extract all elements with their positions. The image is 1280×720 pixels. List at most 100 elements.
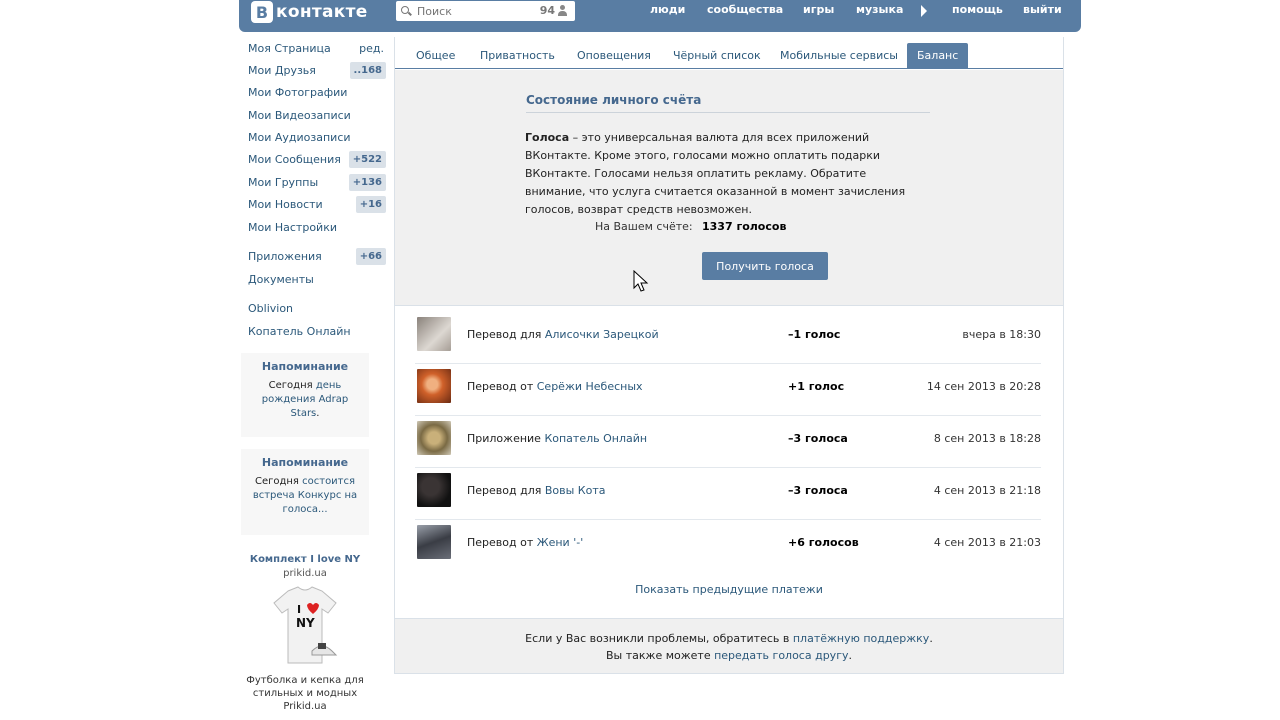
count-badge: ..168: [349, 62, 386, 79]
tshirt-image[interactable]: I NY: [270, 585, 340, 667]
count-badge: +136: [348, 174, 386, 191]
top-header: B контакте 94 люди сообщества игры музык…: [239, 0, 1081, 32]
svg-text:NY: NY: [296, 616, 315, 630]
reminder-text: Сегодня день рождения Adrap Stars.: [261, 380, 349, 419]
play-arrow-icon[interactable]: [921, 5, 927, 17]
balance-title: Состояние личного счёта: [526, 93, 930, 113]
show-previous-payments-link[interactable]: Показать предыдущие платежи: [395, 583, 1063, 596]
sidebar-item-label: Приложения: [248, 250, 322, 263]
sidebar-item-apps[interactable]: Приложения +66: [240, 247, 388, 267]
transaction-user-link[interactable]: Вовы Кота: [545, 484, 606, 497]
sidebar-item-audio[interactable]: Мои Аудиозаписи: [240, 128, 388, 148]
avatar[interactable]: [417, 473, 451, 507]
vk-logo-text: контакте: [276, 2, 368, 22]
transaction-row: Приложение Копатель Онлайн –3 голоса 8 с…: [415, 416, 1041, 468]
count-badge: +16: [355, 196, 386, 213]
transaction-description: Перевод от Жени '-': [467, 536, 584, 549]
sidebar-item-photos[interactable]: Мои Фотографии: [240, 83, 388, 103]
sidebar-item-videos[interactable]: Мои Видеозаписи: [240, 106, 388, 126]
transaction-description: Перевод для Алисочки Зарецкой: [467, 328, 659, 341]
balance-info: Состояние личного счёта Голоса – это уни…: [395, 70, 1063, 306]
tab-general[interactable]: Общее: [416, 49, 455, 62]
ad-site: prikid.ua: [283, 568, 327, 579]
sidebar-item-documents[interactable]: Документы: [240, 270, 388, 290]
transaction-user-link[interactable]: Жени '-': [537, 536, 583, 549]
user-icon: [558, 5, 567, 16]
transaction-row: Перевод для Вовы Кота –3 голоса 4 сен 20…: [415, 468, 1041, 520]
transaction-user-link[interactable]: Серёжи Небесных: [537, 380, 643, 393]
avatar[interactable]: [417, 525, 451, 559]
reminder-meeting: Напоминание Сегодня состоится встреча Ко…: [241, 449, 369, 535]
edit-link[interactable]: ред.: [359, 42, 384, 55]
nav-music[interactable]: музыка: [856, 3, 903, 16]
reminder-birthday: Напоминание Сегодня день рождения Adrap …: [241, 353, 369, 437]
tab-blacklist[interactable]: Чёрный список: [673, 49, 761, 62]
online-count: 94: [539, 4, 555, 17]
reminder-title: Напоминание: [261, 360, 349, 373]
avatar[interactable]: [417, 369, 451, 403]
nav-people[interactable]: люди: [650, 3, 685, 16]
payment-support-link[interactable]: платёжную поддержку: [793, 632, 929, 645]
ad-text: Футболка и кепка для стильных и модных P…: [246, 675, 364, 712]
transaction-app-link[interactable]: Копатель Онлайн: [544, 432, 647, 445]
transaction-row: Перевод от Жени '-' +6 голосов 4 сен 201…: [415, 520, 1041, 572]
nav-communities[interactable]: сообщества: [707, 3, 783, 16]
vk-logo-icon: B: [251, 1, 273, 23]
avatar[interactable]: [417, 421, 451, 455]
tab-privacy[interactable]: Приватность: [480, 49, 555, 62]
sidebar-item-news[interactable]: Мои Новости +16: [240, 195, 388, 215]
reminder-text: Сегодня состоится встреча Конкурс на гол…: [252, 476, 358, 515]
transaction-user-link[interactable]: Алисочки Зарецкой: [545, 328, 659, 341]
sidebar-item-label: Мои Настройки: [248, 221, 337, 234]
settings-tabs: Общее Приватность Оповещения Чёрный спис…: [395, 43, 1063, 69]
support-footer: Если у Вас возникли проблемы, обратитесь…: [395, 618, 1063, 673]
transaction-date: вчера в 18:30: [962, 328, 1041, 341]
sidebar-item-my-page[interactable]: Моя Страница ред.: [240, 39, 388, 59]
sidebar-item-label: Моя Страница: [248, 42, 331, 55]
transaction-description: Приложение Копатель Онлайн: [467, 432, 648, 445]
transaction-row: Перевод от Серёжи Небесных +1 голос 14 с…: [415, 364, 1041, 416]
sidebar-item-label: Мои Видеозаписи: [248, 109, 351, 122]
sidebar-item-settings[interactable]: Мои Настройки: [240, 218, 388, 238]
sidebar-item-friends[interactable]: Мои Друзья ..168: [240, 61, 388, 81]
vk-logo[interactable]: B контакте: [251, 0, 368, 24]
sidebar-item-label: Мои Фотографии: [248, 86, 348, 99]
transaction-date: 4 сен 2013 в 21:18: [933, 484, 1041, 497]
search-input[interactable]: [417, 4, 527, 18]
nav-games[interactable]: игры: [803, 3, 834, 16]
ad-block[interactable]: Комплект I love NY prikid.ua I NY Футбол…: [241, 554, 369, 713]
sidebar-item-label: Мои Сообщения: [248, 153, 341, 166]
sidebar-item-groups[interactable]: Мои Группы +136: [240, 173, 388, 193]
tab-balance[interactable]: Баланс: [907, 43, 969, 68]
nav-logout[interactable]: выйти: [1023, 3, 1062, 16]
transfer-votes-link[interactable]: передать голоса другу: [714, 649, 848, 662]
balance-label: На Вашем счёте:: [595, 220, 693, 233]
sidebar-item-label: Oblivion: [248, 302, 294, 315]
avatar[interactable]: [417, 317, 451, 351]
count-badge: +522: [348, 151, 386, 168]
get-votes-button[interactable]: Получить голоса: [702, 252, 828, 280]
tab-notifications[interactable]: Оповещения: [577, 49, 651, 62]
transaction-row: Перевод для Алисочки Зарецкой –1 голос в…: [415, 312, 1041, 364]
footer-line-transfer: Вы также можете передать голоса другу.: [606, 649, 852, 662]
search-icon: [401, 6, 411, 16]
balance-description: Голоса – это универсальная валюта для вс…: [525, 131, 906, 216]
balance-value: 1337 голосов: [702, 220, 787, 233]
transaction-date: 4 сен 2013 в 21:03: [933, 536, 1041, 549]
transaction-date: 14 сен 2013 в 20:28: [926, 380, 1041, 393]
search-box[interactable]: 94: [396, 1, 575, 21]
svg-text:I: I: [297, 603, 301, 616]
ad-title[interactable]: Комплект I love NY: [241, 554, 369, 565]
sidebar-item-messages[interactable]: Мои Сообщения +522: [240, 150, 388, 170]
sidebar-item-kopatel[interactable]: Копатель Онлайн: [240, 322, 388, 342]
transaction-amount: –3 голоса: [788, 484, 848, 497]
transaction-amount: +6 голосов: [788, 536, 859, 549]
transaction-amount: –1 голос: [788, 328, 841, 341]
sidebar-item-label: Мои Аудиозаписи: [248, 131, 351, 144]
transaction-description: Перевод от Серёжи Небесных: [467, 380, 643, 393]
transaction-amount: –3 голоса: [788, 432, 848, 445]
tab-mobile[interactable]: Мобильные сервисы: [780, 49, 898, 62]
footer-line-support: Если у Вас возникли проблемы, обратитесь…: [525, 632, 933, 645]
sidebar-item-oblivion[interactable]: Oblivion: [240, 299, 388, 319]
nav-help[interactable]: помощь: [952, 3, 1003, 16]
